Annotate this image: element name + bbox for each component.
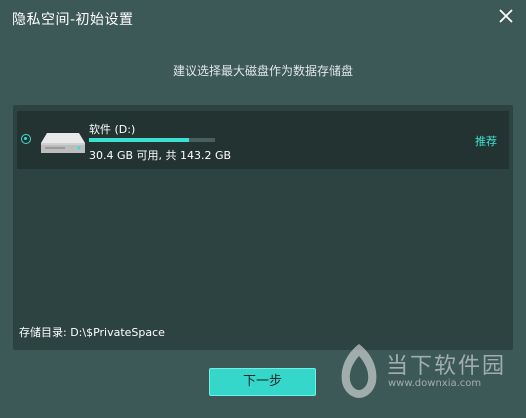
watermark-title: 当下软件园 <box>386 354 507 379</box>
settings-window: 隐私空间-初始设置 建议选择最大磁盘作为数据存储盘 软件 (D:) 30.4 G… <box>0 0 526 418</box>
instruction-text: 建议选择最大磁盘作为数据存储盘 <box>172 64 353 78</box>
watermark-url: www.downxia.com <box>388 378 482 389</box>
close-icon <box>499 9 513 23</box>
drive-usage-fill <box>89 138 189 142</box>
drive-capacity-text: 30.4 GB 可用, 共 143.2 GB <box>89 149 232 162</box>
watermark-logo: 当下软件园 www.downxia.com <box>336 340 506 402</box>
next-button[interactable]: 下一步 <box>209 368 316 396</box>
close-button[interactable] <box>496 6 516 26</box>
storage-directory: 存储目录: D:\$PrivateSpace <box>19 326 165 339</box>
title-bar: 隐私空间-初始设置 <box>0 0 526 36</box>
hard-drive-icon <box>41 133 85 153</box>
drive-usage-bar <box>89 138 215 142</box>
recommend-badge: 推荐 <box>475 135 497 148</box>
drive-list-panel: 软件 (D:) 30.4 GB 可用, 共 143.2 GB 推荐 存储目录: … <box>13 105 513 350</box>
radio-selected-icon[interactable] <box>21 134 31 144</box>
drive-option-d[interactable]: 软件 (D:) 30.4 GB 可用, 共 143.2 GB 推荐 <box>17 111 509 169</box>
drive-name: 软件 (D:) <box>89 123 136 136</box>
window-title: 隐私空间-初始设置 <box>12 12 134 28</box>
downxia-logo-icon <box>341 344 377 398</box>
